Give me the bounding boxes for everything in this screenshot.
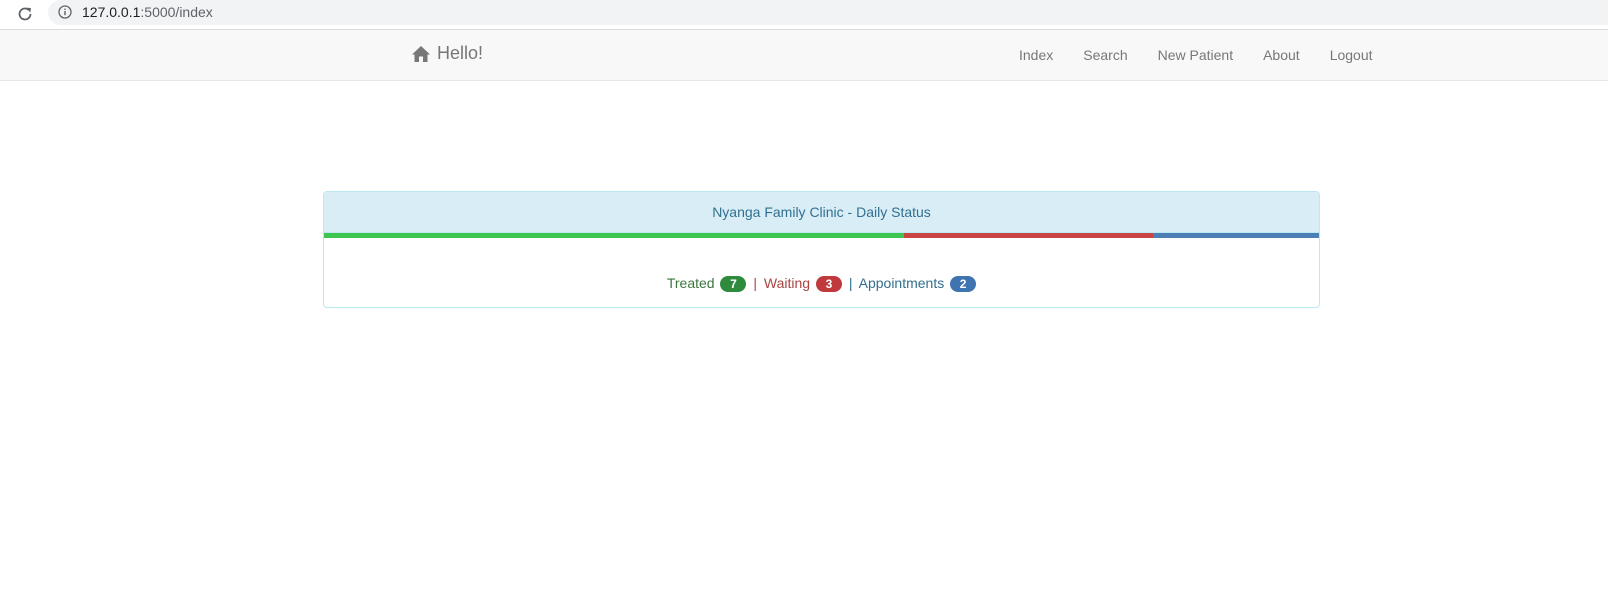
status-summary: Treated 7 | Waiting 3 | Appointments 2 (324, 238, 1319, 293)
treated-label: Treated (666, 275, 715, 291)
nav-about[interactable]: About (1263, 47, 1300, 63)
panel-title: Nyanga Family Clinic - Daily Status (324, 192, 1319, 233)
nav-logout[interactable]: Logout (1330, 47, 1373, 63)
daily-status-panel: Nyanga Family Clinic - Daily Status Trea… (323, 191, 1320, 308)
info-icon[interactable] (58, 5, 72, 19)
waiting-label: Waiting (763, 275, 811, 291)
appointments-label: Appointments (858, 275, 945, 291)
address-bar[interactable]: 127.0.0.1:5000/index (48, 0, 1608, 25)
url-path: :5000/index (140, 4, 213, 20)
progress-appointments (1152, 233, 1319, 238)
url-host: 127.0.0.1 (82, 4, 141, 20)
url-text[interactable]: 127.0.0.1:5000/index (82, 4, 213, 21)
home-icon (412, 45, 430, 62)
nav-links: Index Search New Patient About Logout (1019, 30, 1373, 80)
treated-count-badge: 7 (720, 276, 747, 293)
status-progress-bar (324, 233, 1319, 238)
separator: | (753, 275, 758, 291)
reload-button[interactable] (14, 3, 36, 25)
navbar: Hello! Index Search New Patient About Lo… (0, 30, 1608, 81)
progress-waiting (904, 233, 1153, 238)
waiting-count-badge: 3 (815, 276, 842, 293)
nav-index[interactable]: Index (1019, 47, 1053, 63)
nav-new-patient[interactable]: New Patient (1158, 47, 1233, 63)
appointments-count-badge: 2 (950, 276, 977, 293)
brand-link[interactable]: Hello! (411, 43, 483, 64)
separator: | (848, 275, 853, 291)
reload-icon (18, 7, 32, 21)
nav-search[interactable]: Search (1083, 47, 1127, 63)
brand-label: Hello! (437, 43, 484, 63)
progress-treated (324, 233, 905, 238)
browser-toolbar: 127.0.0.1:5000/index (0, 0, 1608, 30)
